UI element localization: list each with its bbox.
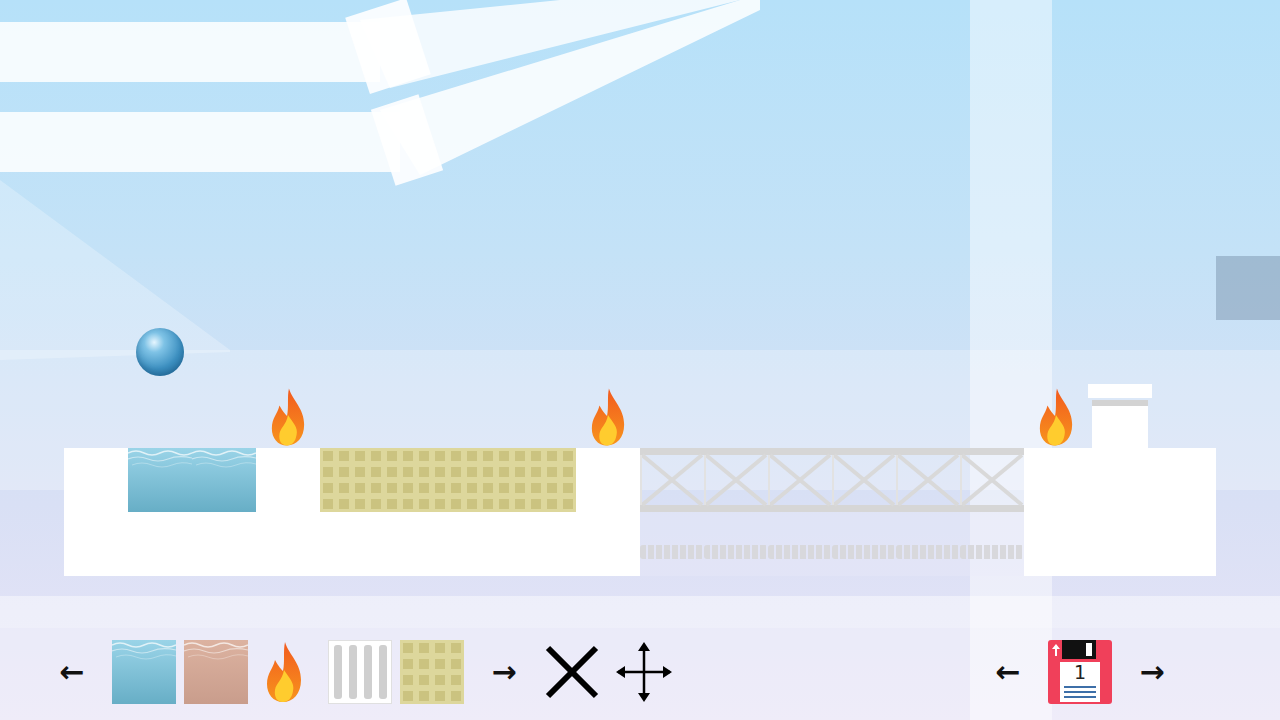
grate-tile[interactable]	[448, 448, 512, 512]
fire-tile[interactable]	[256, 384, 320, 448]
move-icon	[616, 642, 672, 702]
save-slot-number: 1	[1048, 663, 1112, 682]
mud-tool[interactable]	[184, 640, 248, 704]
side-block	[1216, 256, 1280, 320]
solid-tile[interactable]	[576, 448, 640, 512]
grate-icon	[320, 448, 384, 512]
bars-tool[interactable]	[328, 640, 392, 704]
solid-tile[interactable]	[64, 512, 128, 576]
water-icon	[192, 448, 256, 512]
rail-rollers	[832, 545, 896, 559]
rail-rollers	[704, 545, 768, 559]
solid-tile[interactable]	[512, 512, 576, 576]
rail-tile[interactable]	[960, 512, 1024, 576]
grate-icon	[400, 640, 464, 704]
grate-tile[interactable]	[512, 448, 576, 512]
fire-tool[interactable]	[264, 640, 304, 704]
fire-icon	[589, 386, 627, 448]
grate-icon	[512, 448, 576, 512]
water-icon	[112, 640, 176, 704]
bridge-tile[interactable]	[896, 448, 960, 512]
bridge-tile[interactable]	[832, 448, 896, 512]
bridge-tile[interactable]	[768, 448, 832, 512]
fire-icon	[269, 386, 307, 448]
editor-toolbar: ←→←1→	[0, 596, 1280, 720]
palette: ←→	[56, 640, 672, 704]
bridge-icon	[896, 448, 960, 512]
goal-tile[interactable]	[1088, 384, 1152, 448]
bridge-tile[interactable]	[960, 448, 1024, 512]
rail-tile[interactable]	[704, 512, 768, 576]
bridge-icon	[640, 448, 704, 512]
save-controls: ← 1 →	[992, 640, 1168, 704]
rail-tile[interactable]	[640, 512, 704, 576]
fire-tile[interactable]	[1024, 384, 1088, 448]
mud-icon	[184, 640, 248, 704]
level-editor: ←→←1→	[0, 0, 1280, 720]
water-tile[interactable]	[128, 448, 192, 512]
solid-tile[interactable]	[384, 512, 448, 576]
delete-icon	[544, 644, 600, 700]
solid-tile[interactable]	[1024, 448, 1088, 512]
grate-tile[interactable]	[320, 448, 384, 512]
solid-tile[interactable]	[576, 512, 640, 576]
water-tile[interactable]	[192, 448, 256, 512]
solid-tile[interactable]	[448, 512, 512, 576]
fire-icon	[264, 640, 304, 704]
grate-icon	[384, 448, 448, 512]
rail-rollers	[960, 545, 1024, 559]
bridge-tile[interactable]	[704, 448, 768, 512]
rail-tile[interactable]	[896, 512, 960, 576]
rail-tile[interactable]	[832, 512, 896, 576]
solid-tile[interactable]	[256, 448, 320, 512]
goal-icon	[1088, 384, 1152, 448]
bridge-icon	[960, 448, 1024, 512]
solid-tile[interactable]	[1152, 448, 1216, 512]
rail-rollers	[640, 545, 704, 559]
level-canvas[interactable]	[0, 0, 1280, 596]
rail-tile[interactable]	[768, 512, 832, 576]
water-icon	[128, 448, 192, 512]
water-drop-player[interactable]	[136, 328, 184, 376]
level-grid[interactable]	[64, 384, 1216, 576]
grate-icon	[448, 448, 512, 512]
solid-tile[interactable]	[320, 512, 384, 576]
solid-tile[interactable]	[192, 512, 256, 576]
solid-tile[interactable]	[1088, 448, 1152, 512]
background-decor	[0, 0, 1280, 720]
fire-tile[interactable]	[576, 384, 640, 448]
solid-tile[interactable]	[1088, 512, 1152, 576]
solid-tile[interactable]	[128, 512, 192, 576]
solid-tile[interactable]	[64, 448, 128, 512]
save-button[interactable]: 1	[1048, 640, 1112, 704]
delete-tool[interactable]	[544, 640, 600, 704]
move-tool[interactable]	[616, 640, 672, 704]
fire-icon	[1037, 386, 1075, 448]
solid-tile[interactable]	[1152, 512, 1216, 576]
solid-tile[interactable]	[256, 512, 320, 576]
solid-tile[interactable]	[1024, 512, 1088, 576]
water-tool[interactable]	[112, 640, 176, 704]
bridge-tile[interactable]	[640, 448, 704, 512]
save-next-button[interactable]: →	[1136, 640, 1168, 704]
save-prev-button[interactable]: ←	[992, 640, 1024, 704]
bridge-icon	[832, 448, 896, 512]
palette-next-button[interactable]: →	[488, 640, 520, 704]
bridge-icon	[768, 448, 832, 512]
grate-tool[interactable]	[400, 640, 464, 704]
grate-tile[interactable]	[384, 448, 448, 512]
palette-prev-button[interactable]: ←	[56, 640, 88, 704]
rail-rollers	[768, 545, 832, 559]
bars-icon	[328, 640, 392, 704]
bridge-icon	[704, 448, 768, 512]
rail-rollers	[896, 545, 960, 559]
